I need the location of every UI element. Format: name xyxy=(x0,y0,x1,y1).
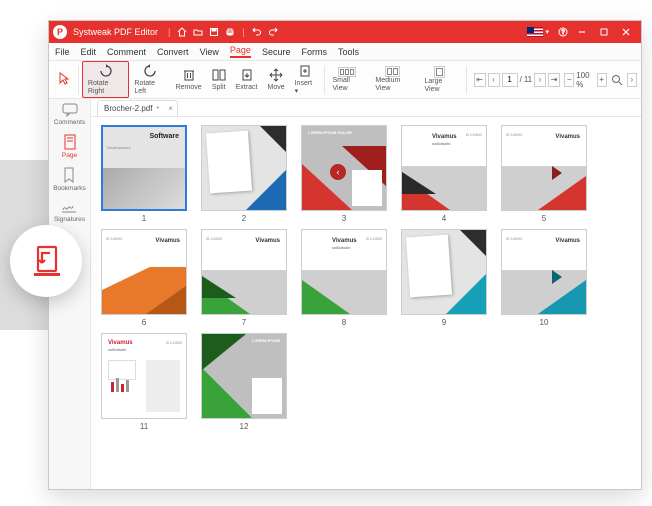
move-button[interactable]: Move xyxy=(262,66,289,94)
sidebar-signatures[interactable]: Signatures xyxy=(54,200,85,223)
menu-comment[interactable]: Comment xyxy=(107,47,146,57)
insert-button[interactable]: Insert ▾ xyxy=(290,62,321,97)
ribbon: Rotate Right Rotate Left Remove Split Ex… xyxy=(49,61,641,99)
menu-view[interactable]: View xyxy=(200,47,219,57)
print-icon[interactable] xyxy=(223,25,237,39)
menu-convert[interactable]: Convert xyxy=(157,47,189,57)
tab-close-icon[interactable]: × xyxy=(168,104,173,113)
tab-filename: Brocher-2.pdf xyxy=(104,104,152,113)
split-button[interactable]: Split xyxy=(207,66,231,94)
last-page-button[interactable]: ⇥ xyxy=(548,73,560,87)
menu-file[interactable]: File xyxy=(55,47,70,57)
menu-secure[interactable]: Secure xyxy=(262,47,291,57)
medium-view-button[interactable]: Medium View xyxy=(370,64,415,94)
page-thumb-7[interactable]: ⊙ LOGO Vivamus 7 xyxy=(201,229,287,327)
close-button[interactable] xyxy=(615,21,637,43)
menu-edit[interactable]: Edit xyxy=(81,47,97,57)
page-thumb-2[interactable]: 2 xyxy=(201,125,287,223)
menubar: File Edit Comment Convert View Page Secu… xyxy=(49,43,641,61)
page-thumb-9[interactable]: 9 xyxy=(401,229,487,327)
remove-button[interactable]: Remove xyxy=(171,66,207,94)
page-nav: ⇤ ‹ / 11 › ⇥ xyxy=(474,73,561,87)
large-view-button[interactable]: Large View xyxy=(420,64,459,95)
home-icon[interactable] xyxy=(175,25,189,39)
redo-icon[interactable] xyxy=(266,25,280,39)
ribbon-more-button[interactable]: › xyxy=(627,73,637,87)
rotate-floating-badge xyxy=(10,225,82,297)
zoom-control: − 100 % + xyxy=(564,71,606,89)
menu-page[interactable]: Page xyxy=(230,45,251,58)
minimize-button[interactable] xyxy=(571,21,593,43)
app-window: P Systweak PDF Editor | | ▾ ? File Edit … xyxy=(48,20,642,490)
menu-forms[interactable]: Forms xyxy=(301,47,327,57)
save-icon[interactable] xyxy=(207,25,221,39)
first-page-button[interactable]: ⇤ xyxy=(474,73,486,87)
zoom-in-button[interactable]: + xyxy=(597,73,607,87)
sidebar-page[interactable]: Page xyxy=(62,134,77,159)
zoom-out-button[interactable]: − xyxy=(564,73,574,87)
menu-tools[interactable]: Tools xyxy=(338,47,359,57)
page-thumb-8[interactable]: Vivamus ⊙ LOGO sollicitudin 8 xyxy=(301,229,387,327)
prev-page-button[interactable]: ‹ xyxy=(488,73,500,87)
help-icon[interactable]: ? xyxy=(556,25,570,39)
next-page-button[interactable]: › xyxy=(534,73,546,87)
page-thumb-3[interactable]: LOREM IPSUM DOLOR ‹ 3 xyxy=(301,125,387,223)
extract-button[interactable]: Extract xyxy=(231,66,263,94)
thumbnail-grid: ✓ Software Development 1 2 LOREM IPSUM D… xyxy=(91,117,641,489)
page-thumb-6[interactable]: ⊙ LOGO Vivamus 6 xyxy=(101,229,187,327)
page-thumb-1[interactable]: ✓ Software Development 1 xyxy=(101,125,187,223)
sidebar-comments[interactable]: Comments xyxy=(54,103,85,126)
maximize-button[interactable] xyxy=(593,21,615,43)
zoom-value: 100 % xyxy=(576,71,594,89)
rotate-page-icon xyxy=(26,241,66,281)
rotate-right-button[interactable]: Rotate Right xyxy=(82,61,129,98)
select-tool[interactable] xyxy=(53,70,75,90)
page-thumb-12[interactable]: LOREM IPSUM 12 xyxy=(201,333,287,431)
page-thumb-4[interactable]: Vivamus ⊙ LOGO sollicitudin 4 xyxy=(401,125,487,223)
tabbar: Brocher-2.pdf • × xyxy=(91,99,641,117)
titlebar: P Systweak PDF Editor | | ▾ ? xyxy=(49,21,641,43)
sidebar-bookmarks[interactable]: Bookmarks xyxy=(53,167,86,192)
document-tab[interactable]: Brocher-2.pdf • × xyxy=(97,100,178,116)
folder-open-icon[interactable] xyxy=(191,25,205,39)
page-thumb-10[interactable]: ⊙ LOGO Vivamus 10 xyxy=(501,229,587,327)
small-view-button[interactable]: Small View xyxy=(327,65,366,94)
page-thumb-5[interactable]: ⊙ LOGO Vivamus 5 xyxy=(501,125,587,223)
undo-icon[interactable] xyxy=(250,25,264,39)
page-thumb-11[interactable]: Vivamus ⊙ LOGO sollicitudin 11 xyxy=(101,333,187,431)
page-total: 11 xyxy=(524,75,532,84)
app-logo: P xyxy=(53,25,67,39)
rotate-left-button[interactable]: Rotate Left xyxy=(129,62,170,97)
search-icon[interactable] xyxy=(611,73,623,87)
page-input[interactable] xyxy=(502,73,518,87)
language-flag-icon[interactable] xyxy=(527,27,543,37)
app-title: Systweak PDF Editor xyxy=(73,27,158,37)
